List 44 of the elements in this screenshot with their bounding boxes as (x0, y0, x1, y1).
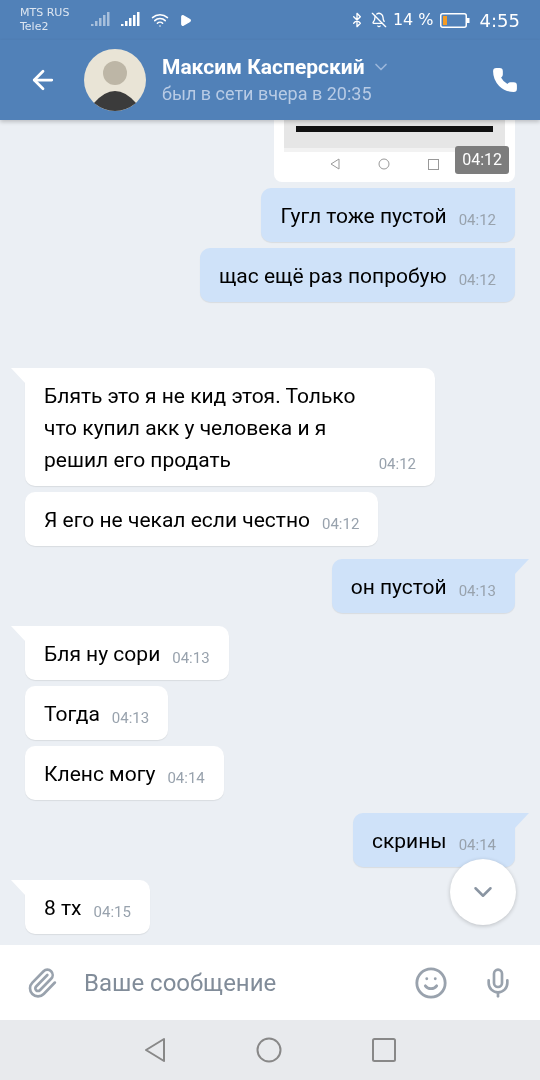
carrier-name: MTS RUS (20, 6, 70, 20)
signal-icon (91, 12, 112, 28)
message-time: 04:15 (93, 902, 131, 923)
message-text: Бля ну сори (44, 641, 161, 668)
image-time: 04:12 (455, 146, 509, 174)
message-time: 04:14 (458, 835, 496, 856)
back-nav-button[interactable] (144, 1037, 166, 1063)
message-text: Блять это я не кид этоя. Только что купил акк у человека и я решил его продать (44, 383, 357, 474)
contact-name[interactable]: Максим Касперский (162, 53, 365, 81)
message-time: 04:12 (458, 210, 496, 231)
circle-icon (378, 158, 390, 170)
message-text: Кленс могу (44, 761, 156, 788)
square-icon (428, 158, 439, 170)
message-time: 04:13 (111, 708, 150, 729)
message-text: он пустой (350, 574, 447, 601)
attach-button[interactable] (26, 966, 58, 999)
message-text: Гугл тоже пустой (280, 203, 447, 230)
message-text: Я его не чекал если честно (44, 507, 310, 534)
message-time: 04:13 (458, 581, 496, 602)
battery-percent: 14 % (392, 9, 434, 31)
signal-icon (121, 12, 142, 28)
clock: 4:55 (479, 8, 520, 33)
message-text: щас ещё раз попробую (218, 263, 447, 290)
message-text: Тогда (44, 701, 100, 728)
message-time: 04:12 (458, 270, 496, 291)
avatar[interactable] (84, 49, 146, 111)
call-button[interactable] (492, 67, 518, 93)
emoji-button[interactable] (414, 965, 448, 1000)
message-time: 04:14 (167, 768, 205, 789)
back-icon (330, 158, 340, 170)
wifi-icon (151, 11, 170, 29)
image-attachment[interactable]: 04:12 (274, 120, 515, 182)
carrier-name: Tele2 (20, 20, 50, 34)
home-nav-button[interactable] (256, 1037, 282, 1063)
play-icon (179, 13, 193, 27)
message-text: скрины (371, 828, 447, 855)
bell-off-icon (370, 12, 387, 28)
message-time: 04:12 (378, 454, 416, 475)
message-text: 8 тх (44, 895, 82, 922)
last-seen-status: был в сети вчера в 20:35 (162, 82, 373, 106)
recents-nav-button[interactable] (372, 1038, 396, 1062)
battery-icon (439, 12, 470, 28)
message-time: 04:13 (172, 648, 210, 669)
message-time: 04:12 (322, 514, 360, 535)
